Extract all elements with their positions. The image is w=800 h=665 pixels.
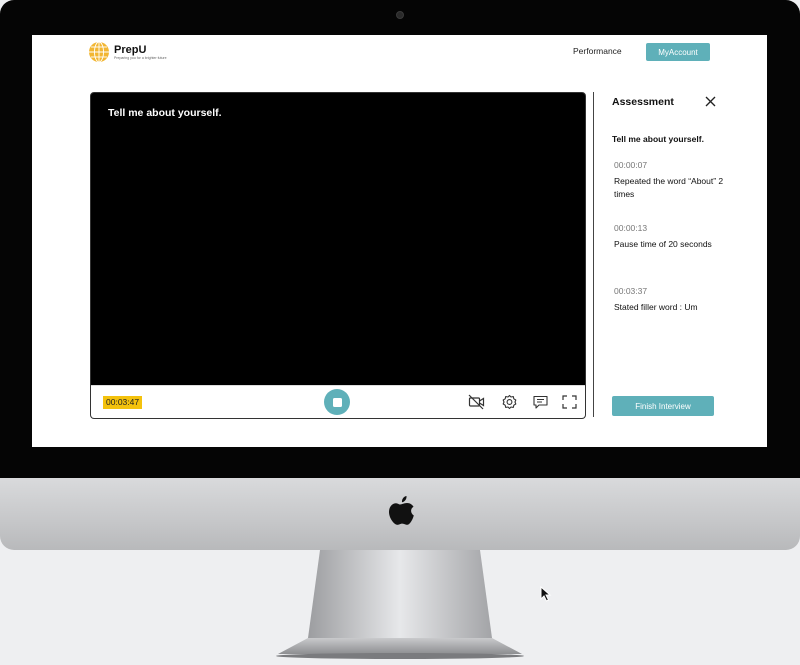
panel-divider [593,92,594,417]
video-controls-bar: 00:03:47 [91,385,585,418]
video-player[interactable]: Tell me about yourself. 00:03:47 [90,92,586,419]
assessment-title: Assessment [612,96,674,108]
note-text: Stated filler word : Um [614,302,698,312]
settings-icon[interactable] [501,394,518,410]
note-text: Pause time of 20 seconds [614,239,712,249]
monitor-stand [276,550,524,659]
assessment-question: Tell me about yourself. [612,134,704,144]
mouse-cursor-icon [540,586,552,602]
video-question-overlay: Tell me about yourself. [108,107,222,119]
app-screen: PrepU Preparing you for a brighter futur… [32,35,767,447]
recording-timer: 00:03:47 [103,396,143,409]
close-icon[interactable] [705,96,716,107]
assessment-note: 00:00:07 Repeated the word “About” 2 tim… [614,160,724,200]
logo-tagline: Preparing you for a brighter future [114,55,167,60]
globe-logo-icon [89,41,109,63]
my-account-button[interactable]: MyAccount [646,43,710,61]
note-timestamp: 00:00:13 [614,223,648,233]
stop-recording-button[interactable] [324,389,350,415]
note-timestamp: 00:03:37 [614,286,648,296]
assessment-note: 00:03:37 Stated filler word : Um [614,286,724,314]
captions-icon[interactable] [532,394,549,410]
camera-off-icon[interactable] [468,394,485,410]
apple-logo-icon [389,496,414,525]
webcam-dot [396,11,404,19]
finish-interview-button[interactable]: Finish Interview [612,396,714,416]
nav-performance-link[interactable]: Performance [573,46,622,56]
stop-icon [332,397,342,407]
fullscreen-icon[interactable] [561,394,578,410]
assessment-note: 00:00:13 Pause time of 20 seconds [614,223,724,251]
logo-name: PrepU [114,43,147,56]
note-text: Repeated the word “About” 2 times [614,176,724,199]
prepu-logo[interactable]: PrepU Preparing you for a brighter futur… [88,41,167,63]
note-timestamp: 00:00:07 [614,160,648,170]
